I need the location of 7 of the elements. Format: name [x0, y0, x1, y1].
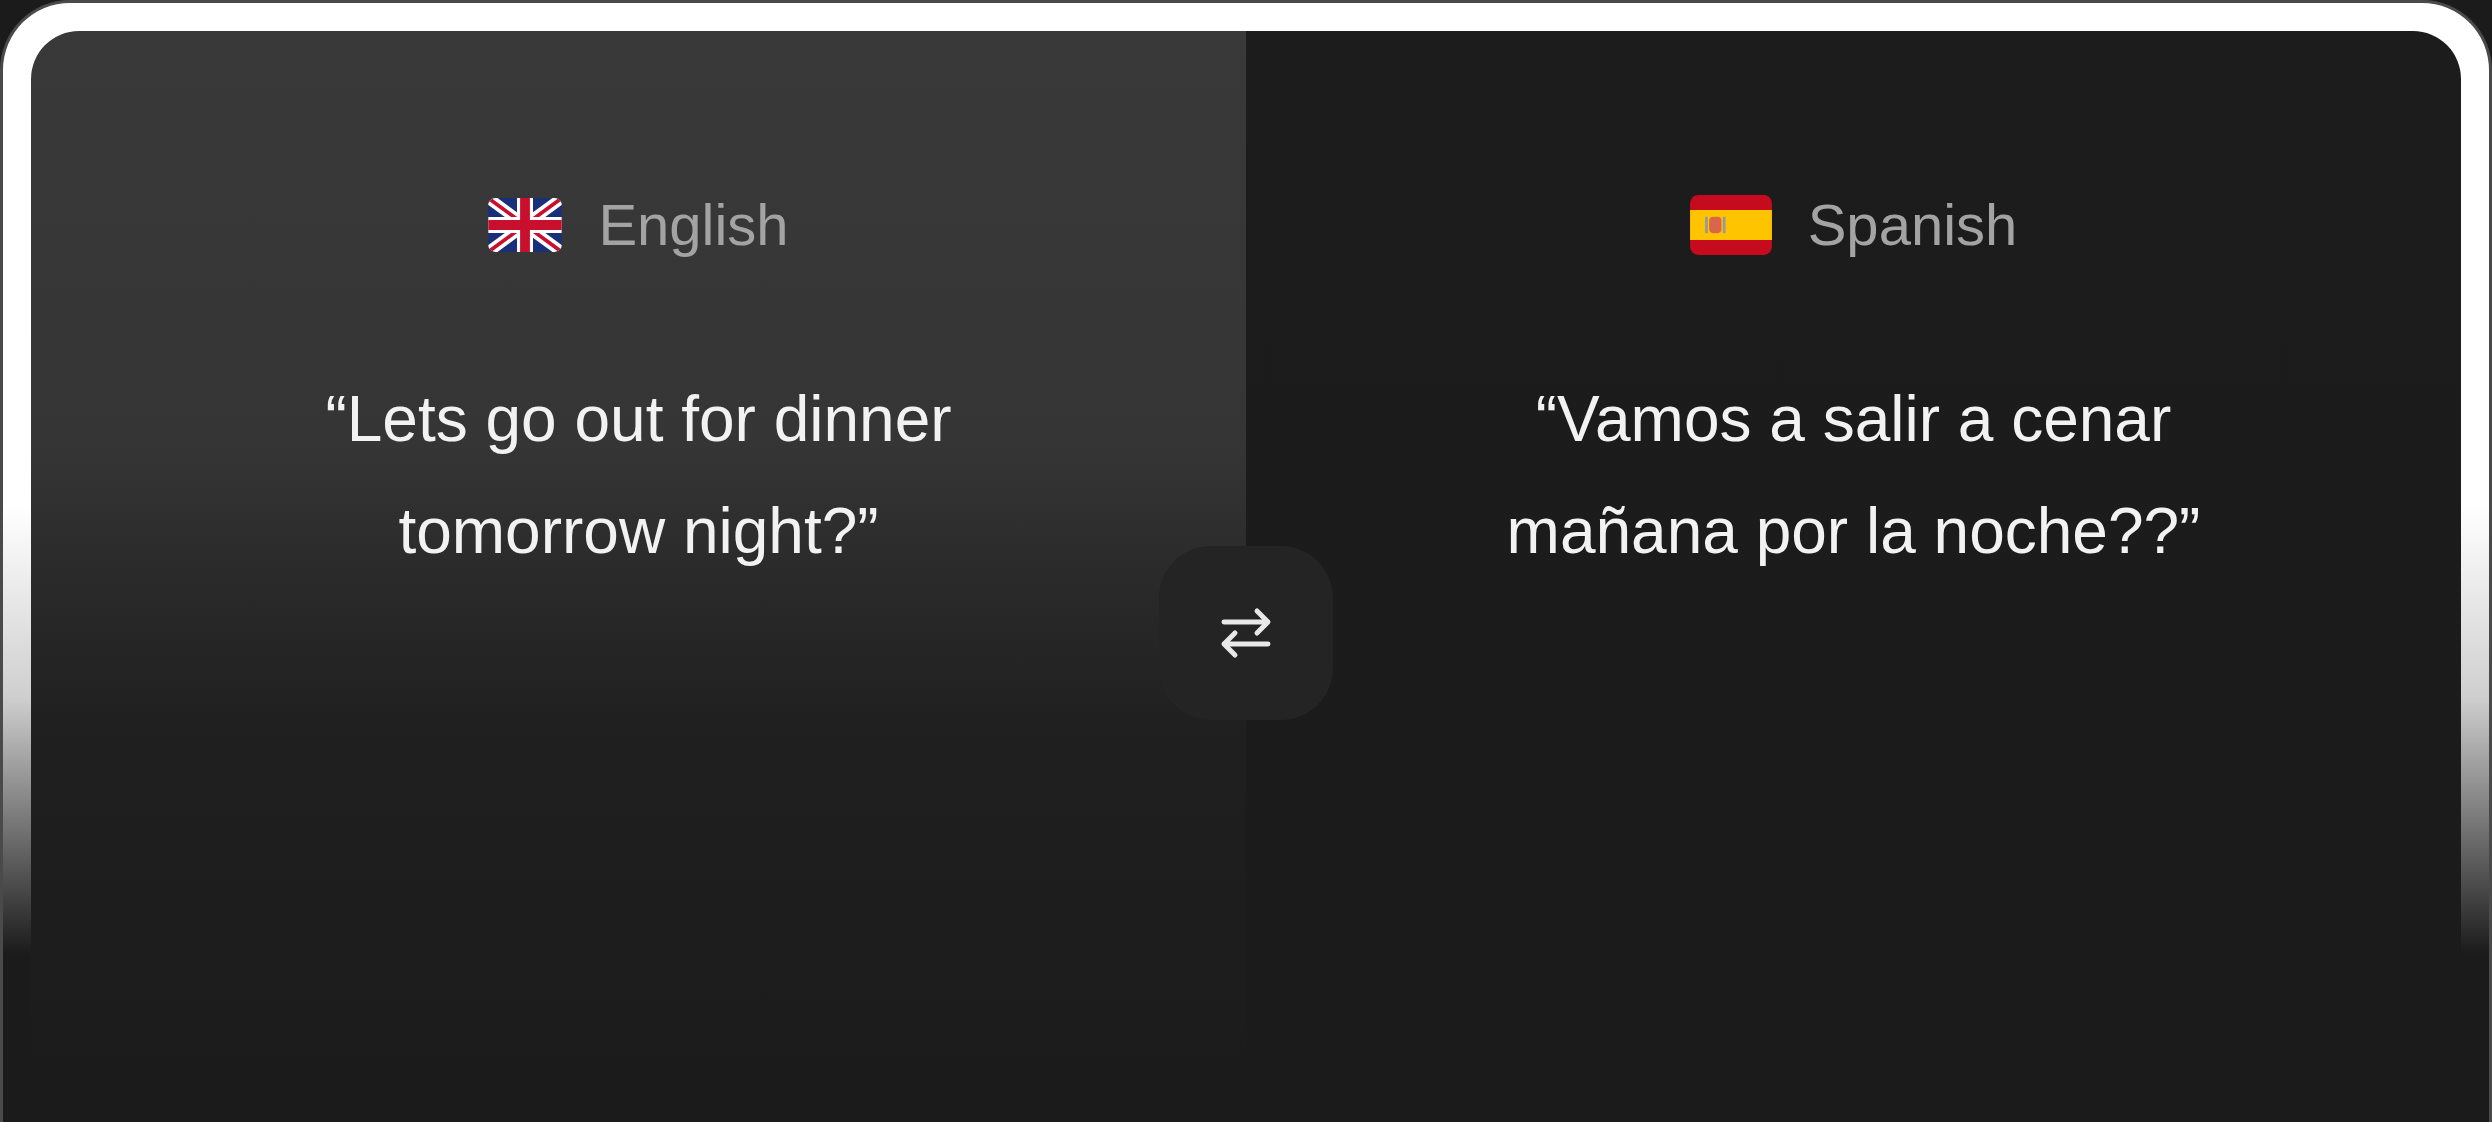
flag-icon	[488, 197, 563, 252]
language-name[interactable]: Spanish	[1807, 191, 2018, 258]
phrase-text: “Lets go out for dinner tomorrow night?”	[325, 382, 952, 569]
phrase-text: “Vamos a salir a cenar mañana por la noche??”	[1506, 382, 2201, 569]
language-name[interactable]: English	[598, 191, 789, 258]
flag-icon	[1689, 194, 1772, 255]
swap-button[interactable]	[1159, 546, 1333, 720]
